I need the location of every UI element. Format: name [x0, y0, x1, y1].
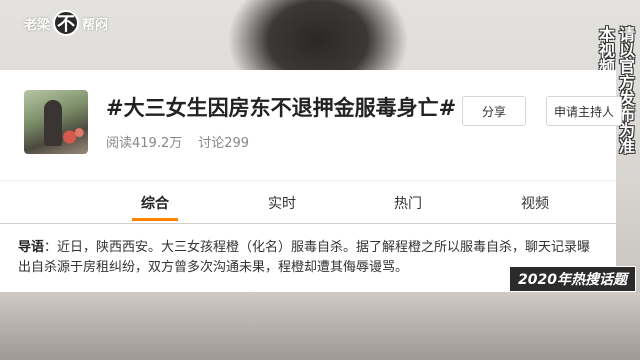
discussion-count: 讨论299: [198, 136, 250, 151]
apply-host-button[interactable]: 申请主持人: [546, 96, 622, 126]
tab-hot[interactable]: 热门: [394, 193, 422, 213]
tab-video[interactable]: 视频: [521, 193, 549, 213]
tab-realtime[interactable]: 实时: [268, 193, 296, 213]
video-background-bottom: [0, 292, 640, 360]
lead-text: ：近日，陕西西安。大三女孩程橙（化名）服毒自杀。据了解程橙之所以服毒自杀，聊天记…: [18, 240, 591, 275]
share-button[interactable]: 分享: [462, 96, 526, 126]
topic-stats: 阅读419.2万 讨论299: [106, 132, 249, 151]
topic-tabs: 综合 实时 热门 视频: [0, 180, 616, 223]
topic-header-card: #大三女生因房东不退押金服毒身亡# 阅读419.2万 讨论299 分享 申请主持…: [0, 70, 622, 180]
topic-avatar[interactable]: [24, 90, 88, 154]
watermark-badge: 不: [53, 10, 80, 36]
active-tab-indicator: [132, 218, 178, 221]
read-count: 阅读419.2万: [106, 136, 183, 151]
lead-label: 导语: [18, 240, 45, 255]
topic-title: #大三女生因房东不退押金服毒身亡#: [106, 96, 457, 120]
watermark-right-text: 帮闷: [82, 17, 109, 33]
tab-comprehensive[interactable]: 综合: [141, 193, 169, 213]
caption-line-1: 请以官方发布为准: [616, 26, 635, 154]
channel-watermark: 老梁 不 帮闷: [24, 8, 108, 38]
watermark-left-text: 老梁: [24, 17, 51, 33]
hot-topic-badge: 2020年热搜话题: [509, 266, 636, 292]
avatar-flowers: [60, 126, 84, 148]
